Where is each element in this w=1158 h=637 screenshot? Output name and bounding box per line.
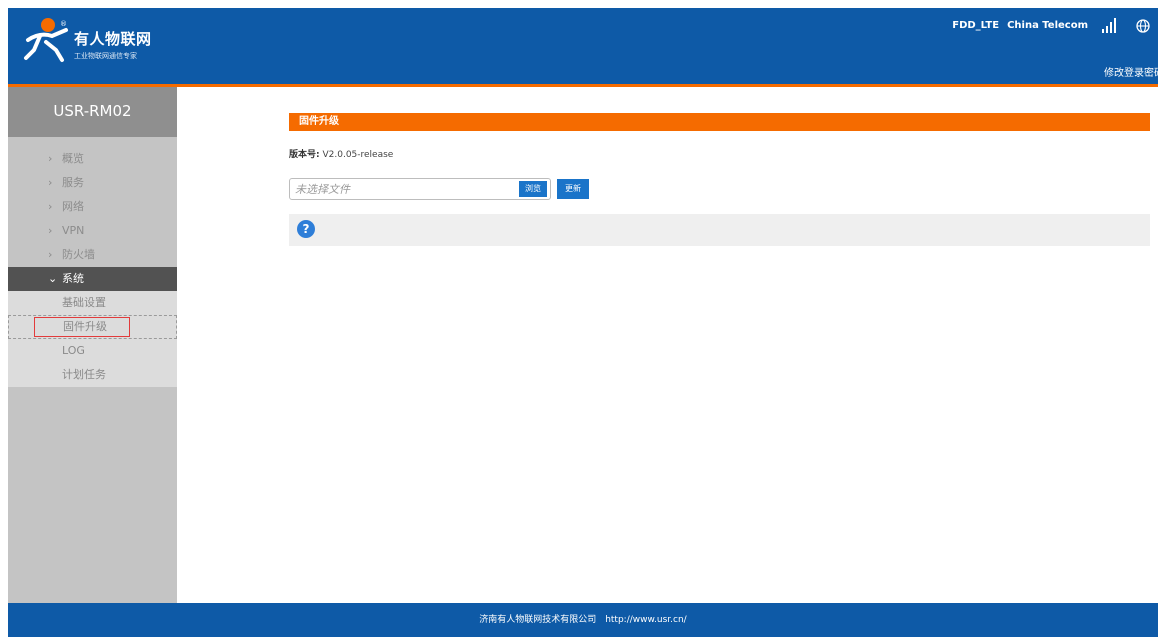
sidebar-subitem-scheduled-tasks[interactable]: 计划任务 [8, 363, 177, 387]
app-frame: ® 有人物联网 工业物联网通信专家 FDD_LTE China Telecom … [8, 8, 1158, 637]
update-button[interactable]: 更新 [557, 179, 589, 199]
version-label: 版本号: [289, 150, 320, 160]
page-footer: 济南有人物联网技术有限公司 http://www.usr.cn/ [8, 603, 1158, 637]
network-type: FDD_LTE [952, 20, 1000, 31]
main-content: 固件升级 版本号: V2.0.05-release 未选择文件 浏览 更新 ? [177, 87, 1158, 603]
firmware-upload-row: 未选择文件 浏览 更新 [289, 178, 589, 200]
file-picker-input[interactable]: 未选择文件 浏览 [289, 178, 551, 200]
brand-logo[interactable]: ® 有人物联网 工业物联网通信专家 [22, 16, 182, 70]
brand-title: 有人物联网 [74, 30, 152, 48]
system-submenu: 基础设置 固件升级 LOG 计划任务 [8, 291, 177, 387]
sidebar-item-overview[interactable]: › 概览 [8, 147, 177, 171]
browse-button[interactable]: 浏览 [519, 181, 547, 197]
sidebar-item-system[interactable]: ⌄ 系统 [8, 267, 177, 291]
footer-company: 济南有人物联网技术有限公司 [479, 615, 597, 625]
sidebar-item-services[interactable]: › 服务 [8, 171, 177, 195]
version-value: V2.0.05-release [322, 150, 394, 160]
sidebar-item-vpn[interactable]: › VPN [8, 219, 177, 243]
device-name: USR-RM02 [8, 87, 177, 137]
signal-strength-icon [1102, 18, 1120, 33]
sidebar-item-firewall[interactable]: › 防火墙 [8, 243, 177, 267]
chevron-right-icon: › [48, 248, 53, 261]
top-header: ® 有人物联网 工业物联网通信专家 FDD_LTE China Telecom … [8, 8, 1158, 84]
chevron-right-icon: › [48, 176, 53, 189]
sidebar: USR-RM02 › 概览 › 服务 › 网络 › VPN › 防火墙 ⌄ 系统… [8, 87, 177, 603]
help-icon[interactable]: ? [297, 220, 315, 238]
sidebar-item-label: 防火墙 [62, 248, 95, 261]
chevron-down-icon: ⌄ [48, 272, 58, 285]
sidebar-nav: › 概览 › 服务 › 网络 › VPN › 防火墙 ⌄ 系统 基础设置 固件升… [8, 147, 177, 387]
firmware-version: 版本号: V2.0.05-release [289, 147, 393, 160]
chevron-right-icon: › [48, 224, 53, 237]
globe-icon[interactable] [1136, 18, 1150, 33]
chevron-right-icon: › [48, 200, 53, 213]
file-placeholder: 未选择文件 [295, 183, 350, 196]
change-password-link[interactable]: 修改登录密码 [1104, 64, 1158, 79]
sidebar-item-label: VPN [62, 224, 85, 237]
sidebar-subitem-basic-settings[interactable]: 基础设置 [8, 291, 177, 315]
section-title: 固件升级 [289, 113, 1150, 131]
sidebar-subitem-firmware-upgrade[interactable]: 固件升级 [8, 315, 177, 339]
carrier-name: China Telecom [1007, 20, 1088, 31]
sidebar-item-label: 系统 [62, 272, 84, 285]
network-status: FDD_LTE China Telecom [952, 18, 1150, 33]
chevron-right-icon: › [48, 152, 53, 165]
sidebar-item-network[interactable]: › 网络 [8, 195, 177, 219]
brand-subtitle: 工业物联网通信专家 [74, 52, 137, 60]
sidebar-item-label: 网络 [62, 200, 84, 213]
registered-mark: ® [60, 20, 67, 28]
footer-url[interactable]: http://www.usr.cn/ [605, 615, 687, 625]
sidebar-item-label: 服务 [62, 176, 84, 189]
annotation-highlight-box [34, 317, 130, 337]
sidebar-item-label: 概览 [62, 152, 84, 165]
sidebar-subitem-log[interactable]: LOG [8, 339, 177, 363]
help-panel: ? [289, 214, 1150, 246]
